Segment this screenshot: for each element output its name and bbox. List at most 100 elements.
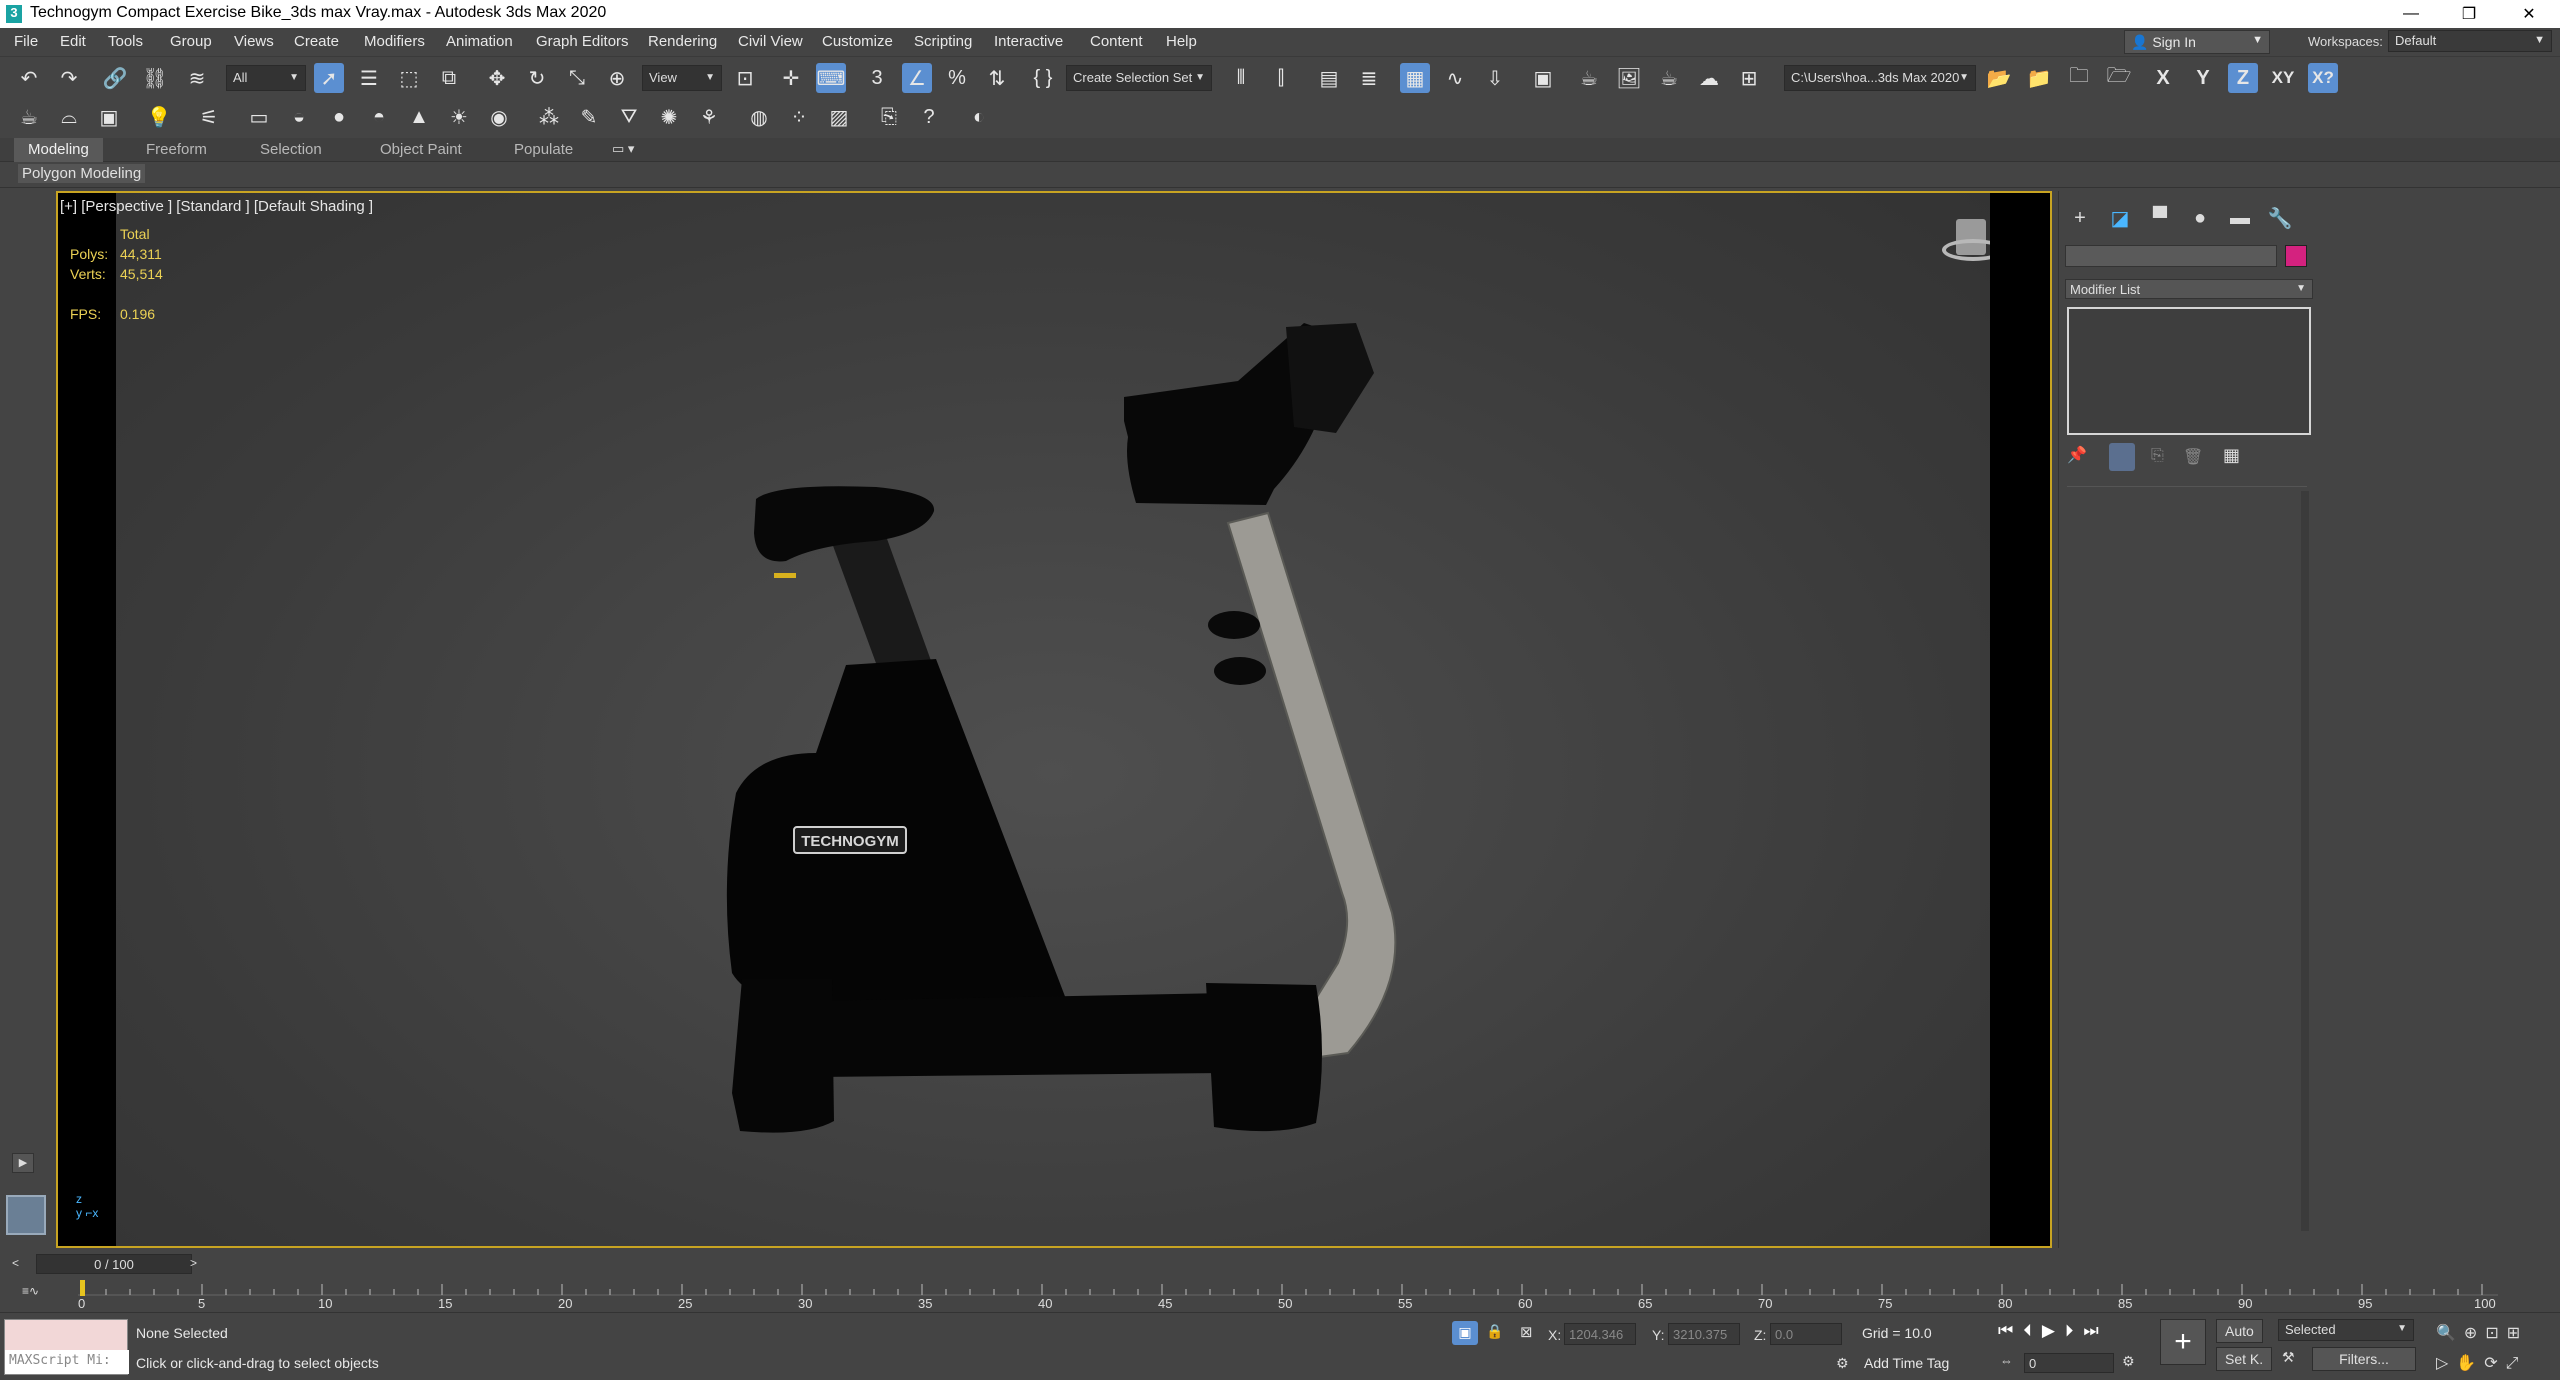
settings-sliders-icon[interactable]: ⚟ xyxy=(194,102,224,132)
axis-y-button[interactable]: Y xyxy=(2188,63,2218,93)
named-selection-dropdown[interactable]: Create Selection Set ▼ xyxy=(1066,65,1212,91)
schematic-view-icon[interactable]: ⇩ xyxy=(1480,63,1510,93)
zoom-all-icon[interactable]: ⊕ xyxy=(2464,1325,2485,1342)
time-slider-thumb[interactable]: 0 / 100 xyxy=(36,1254,192,1274)
tab-selection[interactable]: Selection xyxy=(246,138,336,162)
current-time-marker[interactable] xyxy=(80,1280,85,1296)
filters-button[interactable]: Filters... xyxy=(2312,1347,2416,1371)
menu-animation[interactable]: Animation xyxy=(446,33,513,50)
light-icon[interactable]: 💡 xyxy=(144,102,174,132)
scale-icon[interactable]: ⤡ xyxy=(562,63,592,93)
menu-file[interactable]: File xyxy=(14,33,38,50)
mini-curve-editor-icon[interactable]: ≡∿ xyxy=(22,1284,39,1298)
time-configuration-icon[interactable]: ⚙ xyxy=(2122,1353,2135,1370)
tab-modeling[interactable]: Modeling xyxy=(14,138,103,162)
project-open-icon[interactable]: 📁 xyxy=(2024,63,2054,93)
material-editor-icon[interactable]: ▣ xyxy=(1528,63,1558,93)
project-set-icon[interactable]: 📂 xyxy=(1984,63,2014,93)
menu-edit[interactable]: Edit xyxy=(60,33,86,50)
time-next-icon[interactable]: > xyxy=(190,1256,197,1270)
sign-in-dropdown[interactable]: 👤 Sign In ▼ xyxy=(2124,30,2270,54)
ambient-light-icon[interactable]: ◉ xyxy=(484,102,514,132)
panel-scrollbar[interactable] xyxy=(2301,491,2309,1231)
teapot-icon[interactable]: ☕ xyxy=(14,102,44,132)
make-unique-icon[interactable]: ⎘ xyxy=(2151,447,2164,465)
rectangular-selection-icon[interactable]: ⬚ xyxy=(394,63,424,93)
go-to-end-icon[interactable]: ⏭ xyxy=(2083,1321,2108,1340)
show-end-result-icon[interactable] xyxy=(2109,443,2135,471)
displacement-icon[interactable]: ⛛ xyxy=(614,102,644,132)
current-frame-field[interactable]: 0 xyxy=(2024,1353,2114,1373)
pivot-center-icon[interactable]: ⊡ xyxy=(730,63,760,93)
key-mode-toggle-icon[interactable]: ⇔ xyxy=(2000,1353,2013,1368)
percent-snap-icon[interactable]: % xyxy=(942,63,972,93)
render-to-texture-icon[interactable]: ⊞ xyxy=(1734,63,1764,93)
key-mode-dropdown[interactable]: Selected ▼ xyxy=(2278,1319,2414,1341)
help-icon[interactable]: ? xyxy=(914,102,944,132)
color-palette-icon[interactable]: ⁘ xyxy=(784,102,814,132)
edit-named-selection-icon[interactable]: { } xyxy=(1028,63,1058,93)
align-icon[interactable]: ⫿ xyxy=(1266,63,1296,93)
previous-frame-icon[interactable]: ⏴ xyxy=(2023,1321,2042,1340)
rotate-icon[interactable]: ↻ xyxy=(522,63,552,93)
polygon-modeling-label[interactable]: Polygon Modeling xyxy=(18,164,146,183)
axis-xy-button[interactable]: XY xyxy=(2268,63,2298,93)
frame-buffer-icon[interactable]: ▨ xyxy=(824,102,854,132)
cone-light-icon[interactable]: ▲ xyxy=(404,102,434,132)
box-primitive-icon[interactable]: ▭ xyxy=(244,102,274,132)
maxscript-listener[interactable]: MAXScript Mi: xyxy=(4,1319,129,1375)
window-crossing-icon[interactable]: ⧉ xyxy=(434,63,464,93)
fur-icon[interactable]: ✎ xyxy=(574,102,604,132)
hierarchy-tab-icon[interactable]: ▀ xyxy=(2145,203,2175,233)
menu-civil-view[interactable]: Civil View xyxy=(738,33,803,50)
dome-light-icon[interactable]: ◓ xyxy=(364,102,394,132)
create-tab-icon[interactable]: + xyxy=(2065,203,2095,233)
set-key-button[interactable]: Set K. xyxy=(2216,1347,2273,1371)
menu-create[interactable]: Create xyxy=(294,33,339,50)
snaps-toggle-icon[interactable]: 3 xyxy=(862,63,892,93)
menu-customize[interactable]: Customize xyxy=(822,33,893,50)
menu-content[interactable]: Content xyxy=(1090,33,1143,50)
tab-freeform[interactable]: Freeform xyxy=(132,138,221,162)
maxscript-input[interactable]: MAXScript Mi: xyxy=(5,1350,129,1374)
menu-interactive[interactable]: Interactive xyxy=(994,33,1063,50)
menu-group[interactable]: Group xyxy=(170,33,212,50)
auto-key-button[interactable]: Auto xyxy=(2216,1319,2263,1343)
mirror-icon[interactable]: ⫴ xyxy=(1226,63,1256,93)
spinner-snap-icon[interactable]: ⇅ xyxy=(982,63,1012,93)
utilities-tab-icon[interactable]: 🔧 xyxy=(2265,203,2295,233)
zoom-extents-all-icon[interactable]: ⊞ xyxy=(2507,1325,2528,1342)
material-sphere-icon[interactable]: ◍ xyxy=(744,102,774,132)
tab-object-paint[interactable]: Object Paint xyxy=(366,138,476,162)
modifier-stack[interactable] xyxy=(2067,307,2311,435)
pan-icon[interactable]: ✋ xyxy=(2456,1355,2484,1372)
ribbon-options-icon[interactable]: ▭ ▾ xyxy=(612,141,634,157)
move-icon[interactable]: ✥ xyxy=(482,63,512,93)
menu-help[interactable]: Help xyxy=(1166,33,1197,50)
viewport-label[interactable]: [+] [Perspective ] [Standard ] [Default … xyxy=(60,198,373,215)
exercise-bike-model[interactable]: TECHNOGYM xyxy=(116,193,1990,1246)
perspective-viewport[interactable]: TECHNOGYM xyxy=(116,193,1990,1246)
expand-arrow-icon[interactable]: ▶ xyxy=(12,1153,34,1173)
undo-icon[interactable]: ↶ xyxy=(14,63,44,93)
selection-lock-icon[interactable]: 🔒 xyxy=(1486,1323,1503,1340)
render-production-icon[interactable]: ☕ xyxy=(1654,63,1684,93)
viewport-layout-icon[interactable] xyxy=(6,1195,46,1235)
axis-x-button[interactable]: X xyxy=(2148,63,2178,93)
redo-icon[interactable]: ↷ xyxy=(54,63,84,93)
workspace-dropdown[interactable]: Default ▼ xyxy=(2388,30,2552,52)
menu-scripting[interactable]: Scripting xyxy=(914,33,972,50)
menu-graph-editors[interactable]: Graph Editors xyxy=(536,33,629,50)
reference-coordinate-dropdown[interactable]: View ▼ xyxy=(642,65,722,91)
y-coord-field[interactable]: 3210.375 xyxy=(1668,1323,1740,1345)
freeform-icon[interactable]: ⌓ xyxy=(54,102,84,132)
place-icon[interactable]: ⊕ xyxy=(602,63,632,93)
scene-explorer-icon[interactable]: ▦ xyxy=(1400,63,1430,93)
select-manipulate-icon[interactable]: ✛ xyxy=(776,63,806,93)
remove-modifier-icon[interactable]: 🗑 xyxy=(2183,447,2203,467)
next-frame-icon[interactable]: ⏵ xyxy=(2065,1321,2084,1340)
key-filters-icon[interactable]: ⚒ xyxy=(2282,1349,2295,1366)
layer-explorer-icon[interactable]: ▤ xyxy=(1314,63,1344,93)
menu-rendering[interactable]: Rendering xyxy=(648,33,717,50)
menu-modifiers[interactable]: Modifiers xyxy=(364,33,425,50)
